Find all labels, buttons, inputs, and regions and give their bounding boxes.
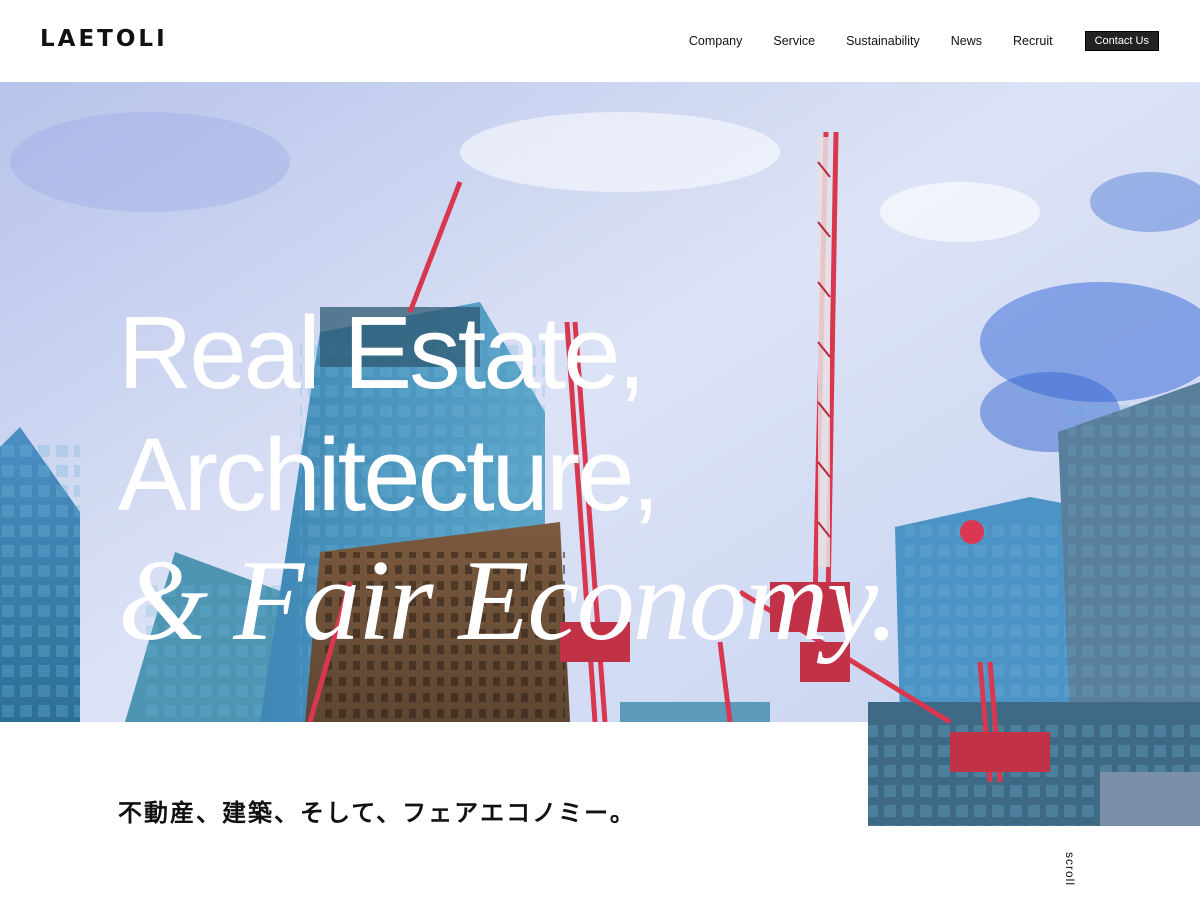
hero-headline: Real Estate, Architecture, & Fair Econom… (118, 292, 899, 666)
contact-button[interactable]: Contact Us (1084, 31, 1159, 51)
headline-line-1: Real Estate, (118, 295, 646, 410)
headline-line-3: & Fair Economy. (118, 537, 899, 665)
main-nav: Company Service Sustainability News Recr… (689, 31, 1159, 51)
nav-company[interactable]: Company (689, 34, 743, 48)
site-header: LAETOLI Company Service Sustainability N… (0, 0, 1200, 82)
scroll-indicator[interactable]: scroll (1063, 852, 1077, 886)
nav-service[interactable]: Service (773, 34, 815, 48)
nav-news[interactable]: News (951, 34, 982, 48)
headline-line-2: Architecture, (118, 417, 660, 532)
nav-sustainability[interactable]: Sustainability (846, 34, 920, 48)
site-logo[interactable]: LAETOLI (40, 26, 168, 52)
nav-recruit[interactable]: Recruit (1013, 34, 1053, 48)
japanese-tagline: 不動産、建築、そして、フェアエコノミー。 (118, 799, 636, 827)
bottom-right-spacer (868, 826, 1200, 900)
hero-banner: Real Estate, Architecture, & Fair Econom… (0, 82, 1200, 826)
